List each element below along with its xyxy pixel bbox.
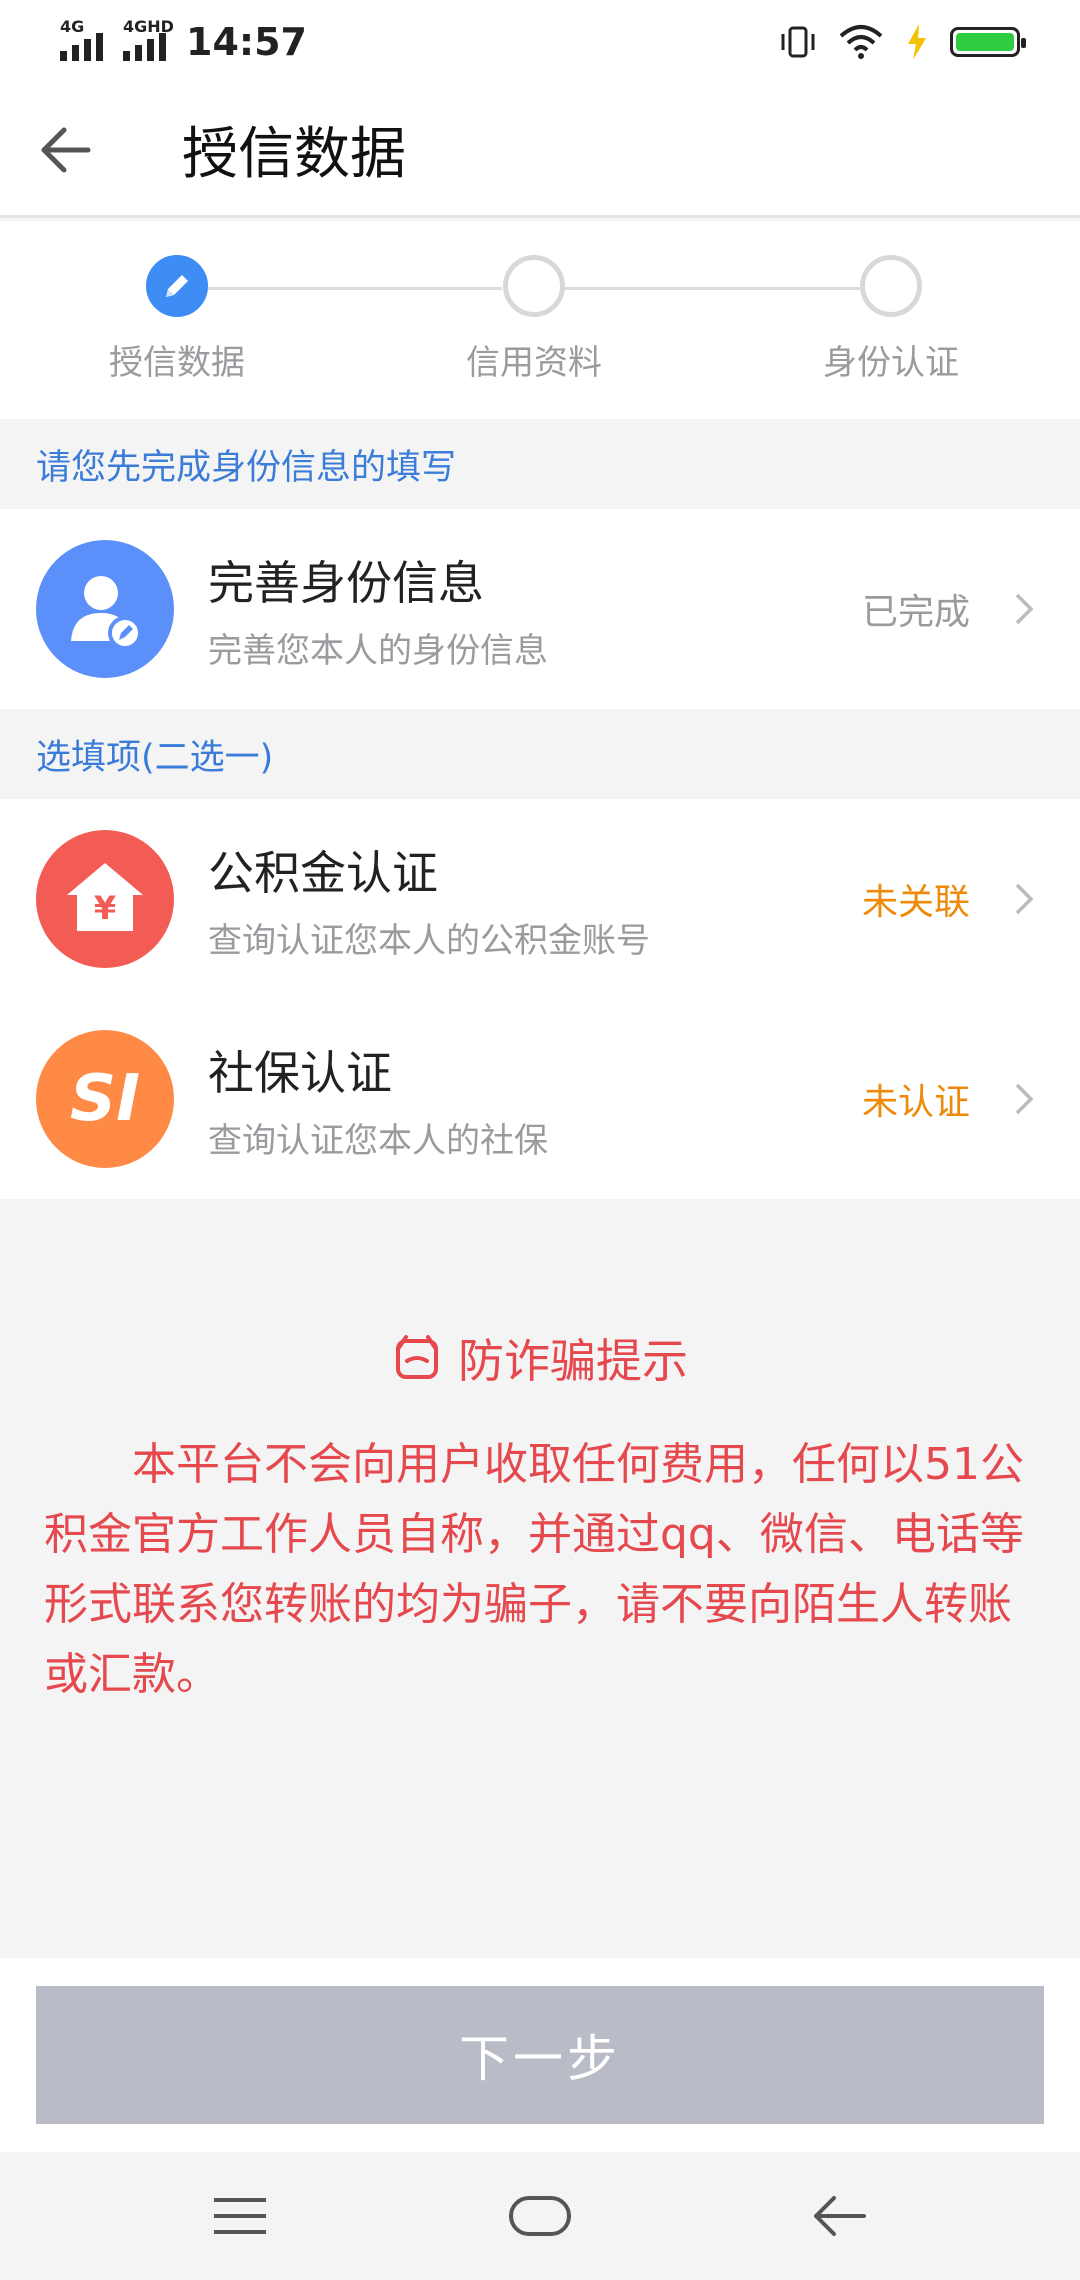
clock: 14:57 (186, 20, 307, 64)
house-yen-icon: ¥ (36, 830, 174, 968)
home-button[interactable] (480, 2176, 600, 2256)
arrow-left-icon (41, 127, 91, 172)
next-step-button[interactable]: 下一步 (36, 1986, 1044, 2124)
item-title: 完善身份信息 (208, 555, 484, 610)
menu-button[interactable] (180, 2176, 300, 2256)
status-icons (778, 22, 1026, 62)
battery-icon (950, 27, 1026, 57)
home-pill-icon (509, 2196, 571, 2236)
section-header-identity: 请您先完成身份信息的填写 (0, 419, 1080, 509)
warning-text: 本平台不会向用户收取任何费用，任何以51公积金官方工作人员自称，并通过qq、微信… (44, 1439, 1024, 1700)
app-bar: 授信数据 (0, 84, 1080, 218)
item-title: 社保认证 (208, 1045, 392, 1100)
step-dot (860, 255, 922, 317)
person-edit-icon (36, 540, 174, 678)
step-dot (503, 255, 565, 317)
si-logo-icon: SI (36, 1030, 174, 1168)
step-label: 信用资料 (466, 343, 602, 383)
svg-text:SI: SI (70, 1064, 140, 1134)
system-back-button[interactable] (780, 2176, 900, 2256)
alarm-icon (396, 1335, 438, 1379)
menu-icon (214, 2198, 266, 2234)
item-subtitle: 查询认证您本人的公积金账号 (208, 920, 650, 961)
step-2: 信用资料 (414, 255, 654, 384)
item-subtitle: 完善您本人的身份信息 (208, 630, 548, 671)
step-3: 身份认证 (771, 255, 1011, 384)
vibrate-icon (781, 26, 815, 58)
status-bar: 4G 4GHD 14:57 (0, 0, 1080, 84)
charging-icon (908, 24, 926, 60)
chevron-right-icon (994, 1069, 1054, 1129)
progress-stepper: 授信数据 信用资料 身份认证 (0, 221, 1080, 419)
step-label: 授信数据 (109, 343, 245, 383)
chevron-right-icon (994, 869, 1054, 929)
item-subtitle: 查询认证您本人的社保 (208, 1120, 548, 1161)
list-item-housing-fund[interactable]: ¥ 公积金认证 查询认证您本人的公积金账号 未关联 (0, 799, 1080, 999)
warning-title-text: 防诈骗提示 (458, 1334, 688, 1388)
svg-text:¥: ¥ (94, 889, 116, 927)
step-label: 身份认证 (823, 343, 959, 383)
screen: 4G 4GHD 14:57 授信数据 授信数据 信用资料 身份认证 请您先完成身… (0, 0, 1080, 2280)
status-text: 已完成 (861, 592, 970, 633)
bottom-action-bar: 下一步 (0, 1958, 1080, 2152)
list-item-identity[interactable]: 完善身份信息 完善您本人的身份信息 已完成 (0, 509, 1080, 709)
arrow-left-icon (814, 2196, 866, 2236)
step-dot-active (146, 255, 208, 317)
section-header-optional: 选填项(二选一) (0, 709, 1080, 799)
item-title: 公积金认证 (208, 845, 438, 900)
warning-title: 防诈骗提示 (0, 1325, 1080, 1391)
pencil-icon (166, 275, 188, 297)
signal-icon: 4G (60, 17, 103, 61)
step-1: 授信数据 (57, 255, 297, 384)
signal-icon: 4GHD (123, 17, 174, 61)
chevron-right-icon (994, 579, 1054, 639)
system-nav-bar (0, 2152, 1080, 2280)
back-button[interactable] (6, 83, 126, 217)
list-item-social-security[interactable]: SI 社保认证 查询认证您本人的社保 未认证 (0, 999, 1080, 1199)
status-text: 未关联 (861, 882, 970, 923)
status-text: 未认证 (861, 1082, 970, 1123)
wifi-icon (839, 25, 883, 59)
page-title: 授信数据 (182, 122, 406, 187)
